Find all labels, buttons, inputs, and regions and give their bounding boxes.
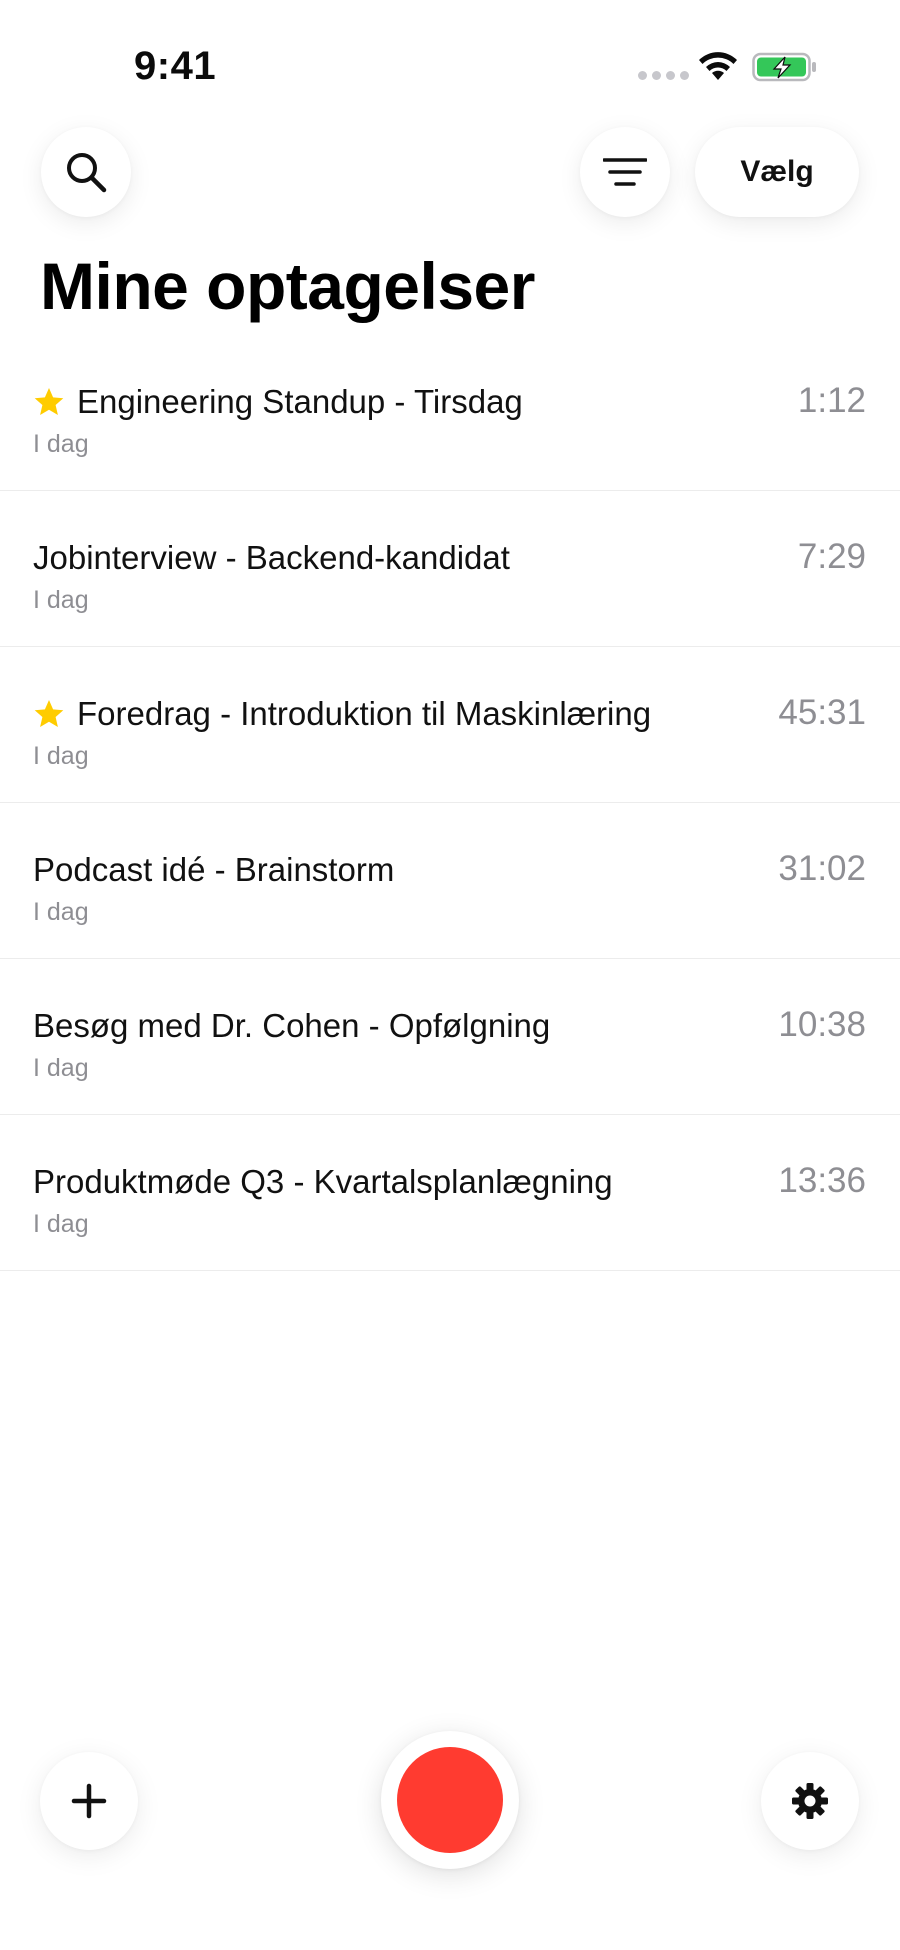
recording-date: I dag <box>33 742 89 770</box>
recording-row[interactable]: Podcast idé - Brainstorm I dag 31:02 <box>0 803 900 959</box>
recording-date: I dag <box>33 898 89 926</box>
recording-duration: 10:38 <box>778 1005 866 1044</box>
recording-duration: 31:02 <box>778 849 866 888</box>
recording-duration: 7:29 <box>797 537 866 576</box>
select-button[interactable]: Vælg <box>695 127 859 217</box>
cellular-signal-icon <box>638 71 689 80</box>
record-button[interactable] <box>381 1731 519 1869</box>
recording-duration: 13:36 <box>778 1161 866 1200</box>
recording-title: Jobinterview - Backend-kandidat <box>33 539 510 576</box>
recording-title: Engineering Standup - Tirsdag <box>77 383 523 420</box>
add-button[interactable] <box>40 1752 138 1850</box>
wifi-icon <box>699 52 737 80</box>
recordings-list: Engineering Standup - Tirsdag I dag 1:12… <box>0 335 900 1271</box>
recording-duration: 1:12 <box>797 381 866 420</box>
recording-title: Produktmøde Q3 - Kvartalsplanlægning <box>33 1163 613 1200</box>
recording-date: I dag <box>33 430 89 458</box>
recording-row[interactable]: Besøg med Dr. Cohen - Opfølgning I dag 1… <box>0 959 900 1115</box>
star-icon <box>34 700 64 727</box>
status-bar: 9:41 <box>0 0 900 130</box>
search-icon <box>67 153 107 193</box>
battery-charging-icon <box>752 52 816 82</box>
recording-date: I dag <box>33 586 89 614</box>
record-icon <box>397 1747 503 1853</box>
recording-row[interactable]: Produktmøde Q3 - Kvartalsplanlægning I d… <box>0 1115 900 1271</box>
recording-row[interactable]: Jobinterview - Backend-kandidat I dag 7:… <box>0 491 900 647</box>
settings-button[interactable] <box>761 1752 859 1850</box>
recording-row[interactable]: Engineering Standup - Tirsdag I dag 1:12 <box>0 335 900 491</box>
page-title: Mine optagelser <box>40 249 535 323</box>
recording-title: Foredrag - Introduktion til Maskinlæring <box>77 695 652 732</box>
filter-button[interactable] <box>580 127 670 217</box>
gear-icon <box>792 1783 828 1819</box>
recording-duration: 45:31 <box>778 693 866 732</box>
recording-title: Besøg med Dr. Cohen - Opfølgning <box>33 1007 551 1044</box>
status-time: 9:41 <box>134 44 217 88</box>
recordings-screen: 9:41 Vælg Mine optagelser Engineering St… <box>0 0 900 1950</box>
recording-row[interactable]: Foredrag - Introduktion til Maskinlæring… <box>0 647 900 803</box>
search-button[interactable] <box>41 127 131 217</box>
recording-title: Podcast idé - Brainstorm <box>33 851 395 888</box>
plus-icon <box>71 1783 107 1819</box>
recording-date: I dag <box>33 1054 89 1082</box>
filter-lines-icon <box>603 158 647 186</box>
recording-date: I dag <box>33 1210 89 1238</box>
star-icon <box>34 388 64 415</box>
